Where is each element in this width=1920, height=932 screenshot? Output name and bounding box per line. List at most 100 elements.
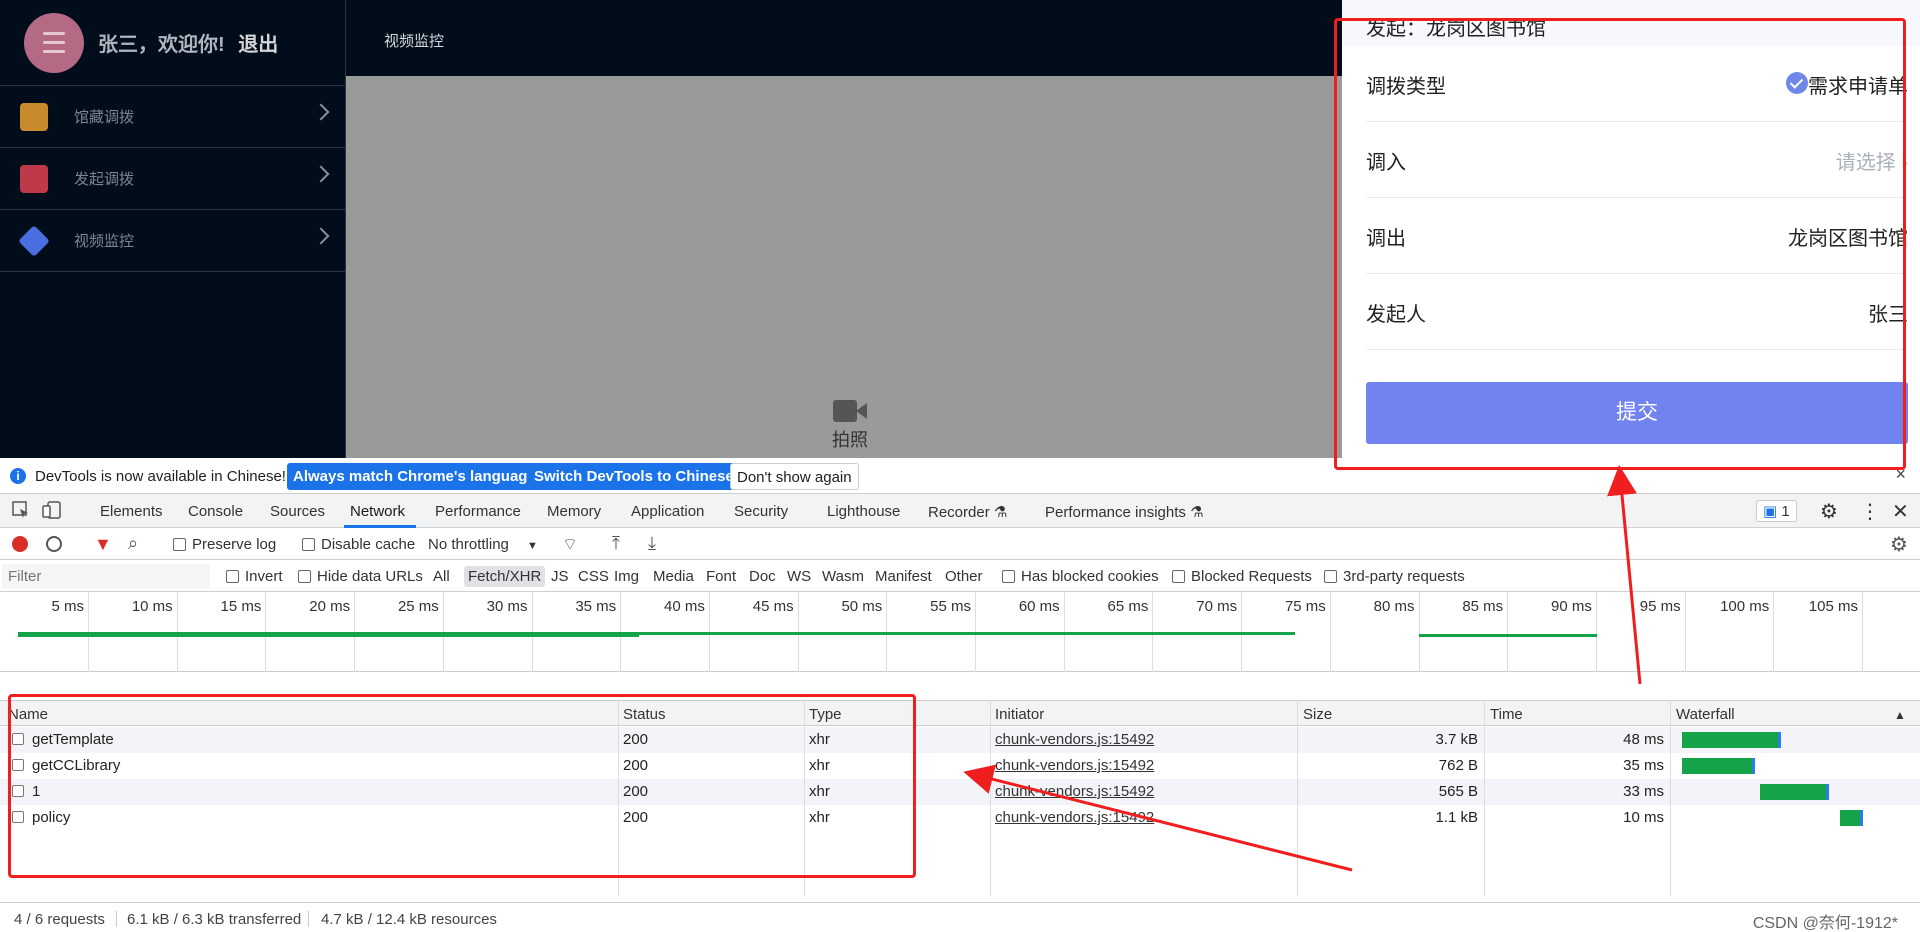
export-har-icon[interactable]: ⤓ [648, 533, 656, 554]
filter-type-img[interactable]: Img [614, 568, 639, 585]
tab-lighthouse[interactable]: Lighthouse [827, 503, 900, 520]
blocked-requests-checkbox[interactable]: Blocked Requests [1172, 568, 1312, 585]
search-icon[interactable]: ⌕ [128, 533, 138, 554]
sidebar-item-initiate-transfer[interactable]: 发起调拨 [0, 148, 345, 210]
watermark: CSDN @奈何-1912* [1752, 915, 1898, 932]
disable-cache-label: Disable cache [321, 536, 416, 553]
throttling-select[interactable]: No throttling ▼ [428, 536, 538, 553]
tab-performance[interactable]: Performance [435, 503, 521, 520]
switch-language-button[interactable]: Switch DevTools to Chinese [528, 463, 740, 490]
user-name: 张三 [98, 34, 138, 56]
timeline-tick-label: 35 ms [575, 598, 617, 615]
filter-input[interactable] [2, 564, 210, 588]
menu-avatar-icon[interactable] [24, 12, 84, 73]
cell-size: 3.7 kB [1435, 731, 1478, 748]
tab-security[interactable]: Security [734, 503, 788, 520]
settings-gear-icon[interactable]: ⚙ [1820, 499, 1838, 524]
column-separator[interactable] [990, 700, 991, 896]
network-conditions-icon[interactable]: ⌔ [562, 534, 578, 555]
cell-initiator-link[interactable]: chunk-vendors.js:15492 [995, 809, 1154, 826]
filter-type-fetch-xhr[interactable]: Fetch/XHR [464, 566, 546, 587]
invert-checkbox[interactable]: Invert [226, 568, 283, 585]
timeline-tick-label: 70 ms [1196, 598, 1238, 615]
info-icon: i [10, 468, 26, 484]
hide-data-urls-label: Hide data URLs [317, 568, 423, 585]
clear-icon[interactable] [46, 536, 62, 552]
snapshot-button[interactable]: 拍照 [820, 400, 880, 452]
chevron-right-icon [312, 165, 330, 183]
timeline-tick-label: 15 ms [220, 598, 262, 615]
blocked-cookies-checkbox[interactable]: Has blocked cookies [1002, 568, 1159, 585]
timeline-tick-label: 80 ms [1373, 598, 1415, 615]
status-bar: 4 / 6 requests 6.1 kB / 6.3 kB transferr… [0, 902, 1920, 932]
page-title: 视频监控 [384, 33, 445, 50]
disable-cache-checkbox[interactable]: Disable cache [302, 536, 415, 553]
filter-type-font[interactable]: Font [706, 568, 736, 585]
network-overview-timeline[interactable]: 5 ms 10 ms 15 ms 20 ms 25 ms 30 ms 35 ms 40 ms 4… [0, 592, 1920, 672]
filter-type-js[interactable]: JS [551, 568, 569, 585]
network-settings-icon[interactable]: ⚙ [1890, 532, 1908, 557]
close-devtools-icon[interactable]: ✕ [1892, 499, 1909, 524]
dont-show-again-button[interactable]: Don't show again [730, 463, 859, 490]
timeline-tick-label: 65 ms [1107, 598, 1149, 615]
column-separator[interactable] [1484, 700, 1485, 896]
record-icon[interactable] [12, 536, 28, 552]
import-har-icon[interactable]: ⤒ [612, 533, 620, 554]
filter-type-css[interactable]: CSS [578, 568, 609, 585]
devtools-tab-bar: Elements Console Sources Network Perform… [0, 494, 1920, 528]
filter-type-other[interactable]: Other [945, 568, 983, 585]
logout-link[interactable]: 退出 [238, 34, 278, 56]
filter-type-ws[interactable]: WS [787, 568, 811, 585]
checkbox-icon [302, 538, 315, 551]
timeline-request-bar [17, 634, 639, 637]
timeline-tick-label: 60 ms [1018, 598, 1060, 615]
filter-type-all[interactable]: All [433, 568, 450, 585]
device-toolbar-icon[interactable] [42, 501, 62, 523]
sidebar-item-video-monitor[interactable]: 视频监控 [0, 210, 345, 272]
column-separator[interactable] [1297, 700, 1298, 896]
filter-type-wasm[interactable]: Wasm [822, 568, 864, 585]
more-options-icon[interactable]: ⋮ [1860, 499, 1880, 524]
network-toolbar: ▼ ⌕ Preserve log Disable cache No thrott… [0, 528, 1920, 560]
chevron-right-icon [312, 103, 330, 121]
inspect-element-icon[interactable] [12, 501, 30, 523]
tab-sources[interactable]: Sources [270, 503, 325, 520]
filter-type-doc[interactable]: Doc [749, 568, 776, 585]
checkbox-icon [1324, 570, 1337, 583]
column-header-waterfall[interactable]: Waterfall [1676, 706, 1735, 723]
timeline-tick-label: 45 ms [752, 598, 794, 615]
dropdown-arrow-icon: ▼ [527, 540, 538, 552]
tab-network[interactable]: Network [350, 503, 405, 520]
blocked-cookies-label: Has blocked cookies [1021, 568, 1159, 585]
infobar-text: DevTools is now available in Chinese! [35, 468, 286, 485]
sidebar-item-collection-transfer[interactable]: 馆藏调拨 [0, 86, 345, 148]
column-header-initiator[interactable]: Initiator [995, 706, 1044, 723]
timeline-gridline [1684, 592, 1686, 672]
filter-icon[interactable]: ▼ [94, 534, 112, 555]
third-party-checkbox[interactable]: 3rd-party requests [1324, 568, 1465, 585]
checkbox-icon [1172, 570, 1185, 583]
column-separator[interactable] [1670, 700, 1671, 896]
hide-data-urls-checkbox[interactable]: Hide data URLs [298, 568, 423, 585]
resources-size: 4.7 kB / 12.4 kB resources [321, 911, 497, 928]
tab-performance-insights[interactable]: Performance insights ⚗ [1045, 503, 1204, 521]
cell-initiator-link[interactable]: chunk-vendors.js:15492 [995, 757, 1154, 774]
cell-initiator-link[interactable]: chunk-vendors.js:15492 [995, 731, 1154, 748]
column-header-time[interactable]: Time [1490, 706, 1523, 723]
match-language-button[interactable]: Always match Chrome's language [287, 463, 542, 490]
cell-size: 762 B [1438, 757, 1478, 774]
issues-badge[interactable]: ▣ 1 [1756, 500, 1797, 522]
preserve-log-checkbox[interactable]: Preserve log [173, 536, 276, 553]
tab-memory[interactable]: Memory [547, 503, 601, 520]
timeline-tick-label: 95 ms [1639, 598, 1681, 615]
cell-initiator-link[interactable]: chunk-vendors.js:15492 [995, 783, 1154, 800]
filter-type-manifest[interactable]: Manifest [875, 568, 932, 585]
tab-console[interactable]: Console [188, 503, 243, 520]
tab-recorder[interactable]: Recorder ⚗ [928, 503, 1007, 521]
column-header-size[interactable]: Size [1303, 706, 1332, 723]
tab-application[interactable]: Application [631, 503, 704, 520]
tab-elements[interactable]: Elements [100, 503, 163, 520]
timeline-request-bar [1419, 634, 1597, 637]
checkbox-icon [1002, 570, 1015, 583]
filter-type-media[interactable]: Media [653, 568, 694, 585]
